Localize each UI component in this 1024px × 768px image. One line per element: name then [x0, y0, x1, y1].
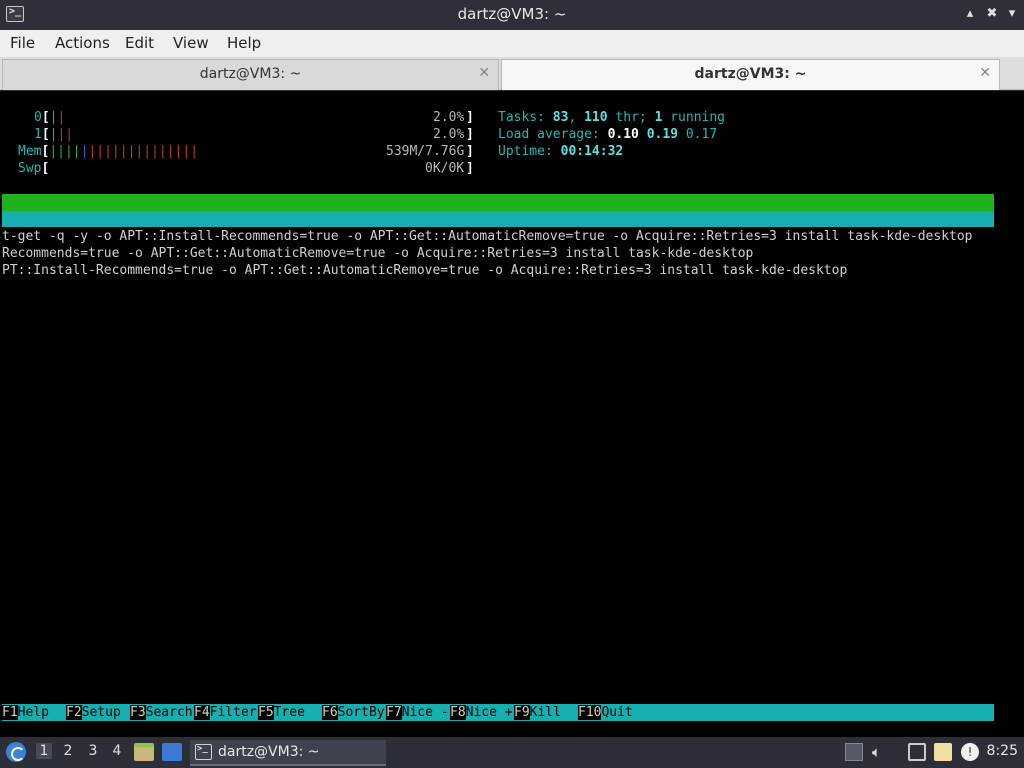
fkey-help[interactable]: F1Help: [2, 704, 65, 721]
fkey-sortby[interactable]: F6SortBy: [322, 704, 385, 721]
workspace-3[interactable]: 3: [85, 743, 101, 759]
restore-icon[interactable]: ✖: [984, 6, 1000, 22]
load-average: Load average: 0.10 0.19 0.17: [498, 127, 718, 142]
tasks-stat: Tasks: 83, 110 thr; 1 running: [498, 110, 726, 125]
file-manager-icon[interactable]: [134, 743, 154, 761]
tab-2[interactable]: dartz@VM3: ~ ✕: [501, 59, 1000, 90]
cpu1-meter: 1[|||: [34, 127, 74, 142]
terminal-icon: [195, 744, 212, 760]
fkey-filter[interactable]: F4Filter: [194, 704, 257, 721]
meter-bracket: ]: [466, 161, 474, 176]
workspace-1[interactable]: 1: [36, 743, 52, 759]
menubar: File Actions Edit View Help: [0, 30, 1024, 57]
taskbar-window-button[interactable]: dartz@VM3: ~: [190, 740, 386, 766]
tab-label: dartz@VM3: ~: [199, 66, 302, 82]
taskbar: 1 2 3 4 dartz@VM3: ~ 🔈︎ ! 8:25: [0, 737, 1024, 768]
function-key-bar: F1Help F2Setup F3Search F4Filter F5Tree …: [2, 704, 994, 721]
minimize-icon[interactable]: ▴: [962, 6, 978, 22]
swp-meter: Swp[: [18, 161, 50, 176]
close-tab-icon[interactable]: ✕: [478, 65, 490, 81]
cpu1-percent: 2.0%: [433, 127, 465, 142]
selected-process-row[interactable]: [2, 211, 994, 227]
tab-label: dartz@VM3: ~: [694, 66, 807, 82]
uptime: Uptime: 00:14:32: [498, 144, 624, 159]
process-line[interactable]: PT::Install-Recommends=true -o APT::Get:…: [2, 263, 847, 279]
clock[interactable]: 8:25: [987, 743, 1018, 759]
cpu0-meter: 0[||: [34, 110, 66, 125]
workspace-4[interactable]: 4: [109, 743, 125, 759]
window-title: dartz@VM3: ~: [457, 5, 567, 23]
close-tab-icon[interactable]: ✕: [979, 65, 991, 81]
notification-icon[interactable]: !: [961, 743, 979, 761]
menu-actions[interactable]: Actions: [55, 34, 110, 52]
process-line[interactable]: t-get -q -y -o APT::Install-Recommends=t…: [2, 229, 973, 245]
fkey-nice-minus[interactable]: F7Nice -: [386, 704, 449, 721]
tab-1[interactable]: dartz@VM3: ~ ✕: [2, 59, 499, 90]
mem-value: 539M/7.76G: [386, 144, 465, 159]
fkey-kill[interactable]: F9Kill: [514, 704, 577, 721]
fkey-nice-plus[interactable]: F8Nice +: [450, 704, 513, 721]
swp-value: 0K/0K: [425, 161, 465, 176]
meter-bracket: ]: [466, 144, 474, 159]
process-line[interactable]: Recommends=true -o APT::Get::AutomaticRe…: [2, 246, 753, 262]
menu-edit[interactable]: Edit: [125, 34, 154, 52]
network-icon[interactable]: [908, 743, 926, 761]
fkey-quit[interactable]: F10Quit: [578, 704, 633, 721]
update-icon[interactable]: [845, 743, 863, 761]
tab-bar: dartz@VM3: ~ ✕ dartz@VM3: ~ ✕: [0, 57, 1024, 90]
fkey-tree[interactable]: F5Tree: [258, 704, 321, 721]
show-desktop-icon[interactable]: [162, 743, 182, 761]
cpu0-percent: 2.0%: [433, 110, 465, 125]
start-menu-icon[interactable]: [6, 742, 26, 762]
window-titlebar: dartz@VM3: ~ ▴ ✖ ▾: [0, 0, 1024, 30]
terminal-view[interactable]: 0[|| 2.0% ] 1[||| 2.0% ] Mem[|||||||||||…: [0, 91, 1024, 737]
fkey-setup[interactable]: F2Setup: [66, 704, 129, 721]
meter-bracket: ]: [466, 127, 474, 142]
column-header-bar[interactable]: [2, 194, 994, 211]
menu-file[interactable]: File: [10, 34, 35, 52]
mem-meter: Mem[|||||||||||||||||||: [18, 144, 199, 159]
fkey-search[interactable]: F3Search: [130, 704, 193, 721]
menu-view[interactable]: View: [173, 34, 209, 52]
maximize-icon[interactable]: ▾: [1004, 6, 1020, 22]
clipboard-icon[interactable]: [934, 743, 952, 761]
workspace-2[interactable]: 2: [60, 743, 76, 759]
task-label: dartz@VM3: ~: [218, 744, 320, 760]
meter-bracket: ]: [466, 110, 474, 125]
volume-icon[interactable]: 🔈︎: [872, 743, 890, 761]
menu-help[interactable]: Help: [227, 34, 261, 52]
